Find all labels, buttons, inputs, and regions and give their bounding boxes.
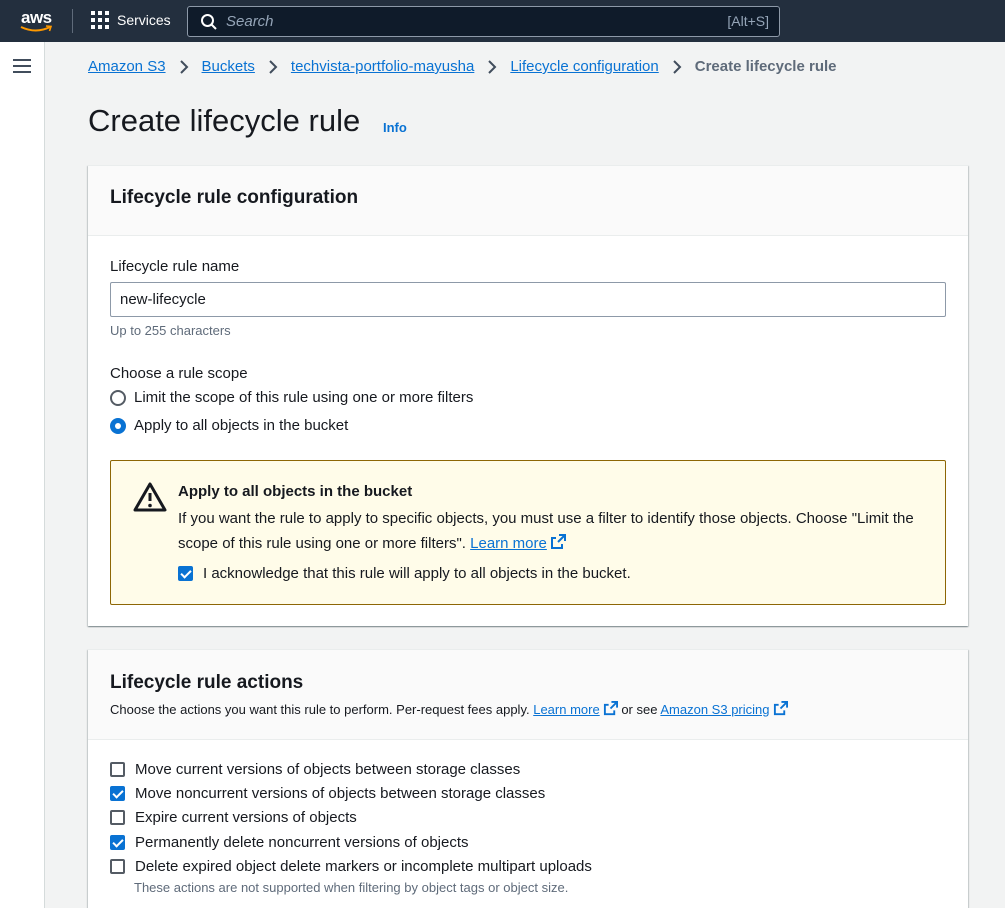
action-delete-noncurrent-versions[interactable]: Permanently delete noncurrent versions o…	[110, 834, 469, 851]
warning-alert: Apply to all objects in the bucket If yo…	[110, 460, 946, 605]
checkbox[interactable]	[110, 762, 125, 777]
s3-pricing-link[interactable]: Amazon S3 pricing	[660, 702, 769, 717]
breadcrumb-current: Create lifecycle rule	[694, 58, 837, 75]
radio-label: Limit the scope of this rule using one o…	[134, 389, 474, 406]
search-input[interactable]	[226, 7, 686, 36]
panel-header: Lifecycle rule configuration	[88, 166, 968, 236]
action-label: Permanently delete noncurrent versions o…	[135, 834, 469, 851]
checkbox[interactable]	[110, 859, 125, 874]
radio-button[interactable]	[110, 389, 126, 406]
lifecycle-rule-configuration-panel: Lifecycle rule configuration Lifecycle r…	[88, 165, 968, 626]
info-link[interactable]: Info	[383, 120, 407, 135]
scope-option-all-objects[interactable]: Apply to all objects in the bucket	[110, 417, 348, 434]
description-text: Choose the actions you want this rule to…	[110, 702, 530, 717]
action-note: These actions are not supported when fil…	[134, 880, 569, 895]
alert-body: If you want the rule to apply to specifi…	[178, 506, 918, 556]
services-label: Services	[117, 12, 171, 28]
search-bar[interactable]: [Alt+S]	[187, 6, 780, 37]
alert-title: Apply to all objects in the bucket	[178, 483, 413, 500]
nav-divider	[72, 9, 73, 33]
rule-scope-label: Choose a rule scope	[110, 365, 248, 382]
search-icon	[201, 14, 217, 30]
panel-header: Lifecycle rule actions Choose the action…	[88, 650, 968, 740]
breadcrumb-buckets[interactable]: Buckets	[202, 58, 255, 75]
breadcrumb-lifecycle-configuration[interactable]: Lifecycle configuration	[510, 58, 658, 75]
action-move-current-versions[interactable]: Move current versions of objects between…	[110, 761, 520, 778]
breadcrumb-bucket-name[interactable]: techvista-portfolio-mayusha	[291, 58, 474, 75]
acknowledge-checkbox-row[interactable]: I acknowledge that this rule will apply …	[178, 565, 631, 582]
menu-icon[interactable]	[13, 59, 31, 73]
rule-name-hint: Up to 255 characters	[110, 323, 231, 338]
chevron-right-icon	[673, 59, 682, 74]
acknowledge-label: I acknowledge that this rule will apply …	[203, 565, 631, 582]
rule-name-input[interactable]	[110, 282, 946, 317]
external-link-icon	[550, 534, 566, 549]
action-label: Expire current versions of objects	[135, 809, 357, 826]
learn-more-link[interactable]: Learn more	[470, 535, 547, 552]
action-label: Move current versions of objects between…	[135, 761, 521, 778]
aws-smile-icon	[20, 25, 53, 32]
panel-title: Lifecycle rule actions	[110, 672, 304, 693]
checkbox[interactable]	[110, 810, 125, 825]
action-expire-current-versions[interactable]: Expire current versions of objects	[110, 809, 357, 826]
checkbox-checked[interactable]	[110, 835, 125, 850]
action-move-noncurrent-versions[interactable]: Move noncurrent versions of objects betw…	[110, 785, 545, 802]
checkbox-checked[interactable]	[110, 786, 125, 801]
side-navigation-rail	[0, 42, 45, 908]
top-navigation: aws Services [Alt+S]	[0, 0, 1005, 42]
chevron-right-icon	[179, 59, 188, 74]
action-label: Delete expired object delete markers or …	[135, 858, 592, 875]
lifecycle-rule-actions-panel: Lifecycle rule actions Choose the action…	[88, 649, 968, 908]
search-shortcut-hint: [Alt+S]	[727, 13, 769, 29]
panel-title: Lifecycle rule configuration	[110, 187, 359, 208]
external-link-icon	[773, 701, 788, 716]
aws-logo[interactable]: aws	[18, 7, 58, 35]
rule-name-label: Lifecycle rule name	[110, 258, 240, 275]
chevron-right-icon	[488, 59, 497, 74]
services-menu-button[interactable]: Services	[91, 11, 171, 29]
radio-label: Apply to all objects in the bucket	[134, 417, 349, 434]
acknowledge-checkbox[interactable]	[178, 566, 193, 581]
warning-icon	[133, 482, 167, 512]
radio-button-selected[interactable]	[110, 417, 126, 434]
page-title: Create lifecycle rule	[88, 103, 361, 138]
learn-more-link[interactable]: Learn more	[533, 702, 599, 717]
chevron-right-icon	[269, 59, 278, 74]
or-see-text: or see	[621, 702, 658, 717]
action-delete-expired-markers[interactable]: Delete expired object delete markers or …	[110, 858, 592, 875]
action-label: Move noncurrent versions of objects betw…	[135, 785, 546, 802]
scope-option-limit-filters[interactable]: Limit the scope of this rule using one o…	[110, 389, 473, 406]
breadcrumb-amazon-s3[interactable]: Amazon S3	[88, 58, 166, 75]
services-grid-icon	[91, 11, 109, 29]
external-link-icon	[603, 701, 618, 716]
panel-description: Choose the actions you want this rule to…	[110, 701, 788, 717]
breadcrumb: Amazon S3 Buckets techvista-portfolio-ma…	[88, 58, 837, 75]
